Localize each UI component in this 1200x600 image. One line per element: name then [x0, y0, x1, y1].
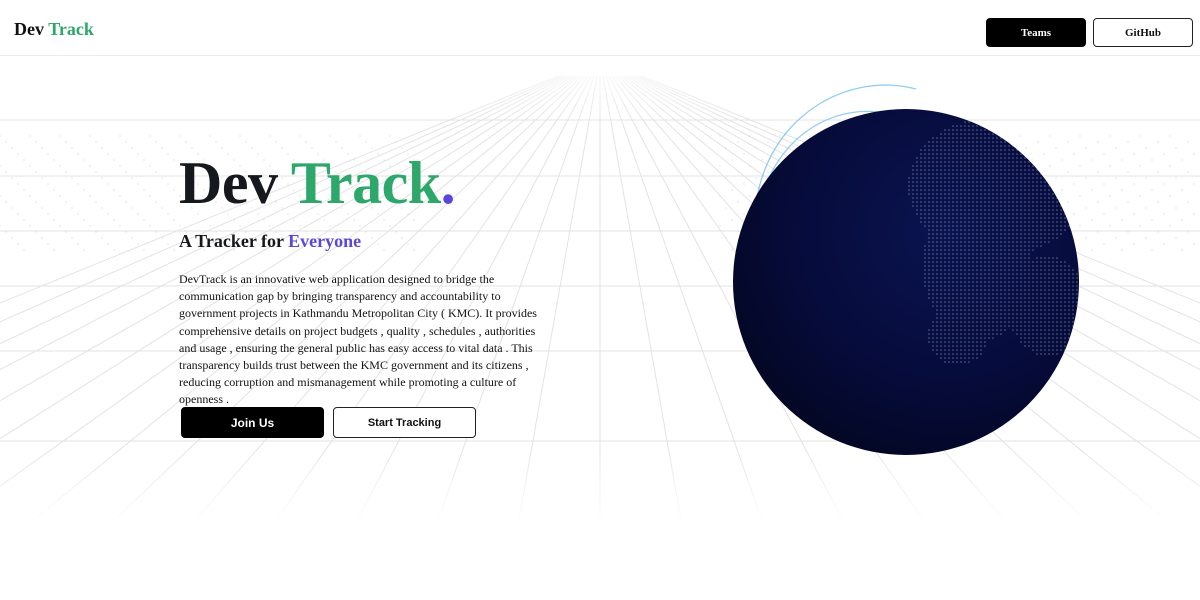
hero-title: Dev Track.	[179, 150, 456, 216]
logo[interactable]: Dev Track	[14, 18, 94, 40]
teams-button[interactable]: Teams	[986, 18, 1086, 47]
logo-dev: Dev	[14, 19, 44, 39]
globe-sphere	[733, 109, 1079, 455]
globe-illustration	[733, 84, 1079, 455]
start-tracking-button[interactable]: Start Tracking	[333, 407, 476, 438]
navbar: Dev Track Teams GitHub	[0, 0, 1200, 56]
hero-description: DevTrack is an innovative web applicatio…	[179, 272, 537, 407]
hero-subtitle: A Tracker for Everyone	[179, 230, 361, 252]
logo-track: Track	[48, 19, 94, 39]
join-us-button[interactable]: Join Us	[181, 407, 324, 438]
subtitle-accent: Everyone	[288, 231, 362, 251]
hero-title-track: Track	[290, 150, 441, 216]
hero-title-dev: Dev	[179, 150, 278, 216]
hero-title-dot: .	[440, 150, 456, 216]
subtitle-prefix: A Tracker for	[179, 231, 284, 251]
github-button[interactable]: GitHub	[1093, 18, 1193, 47]
